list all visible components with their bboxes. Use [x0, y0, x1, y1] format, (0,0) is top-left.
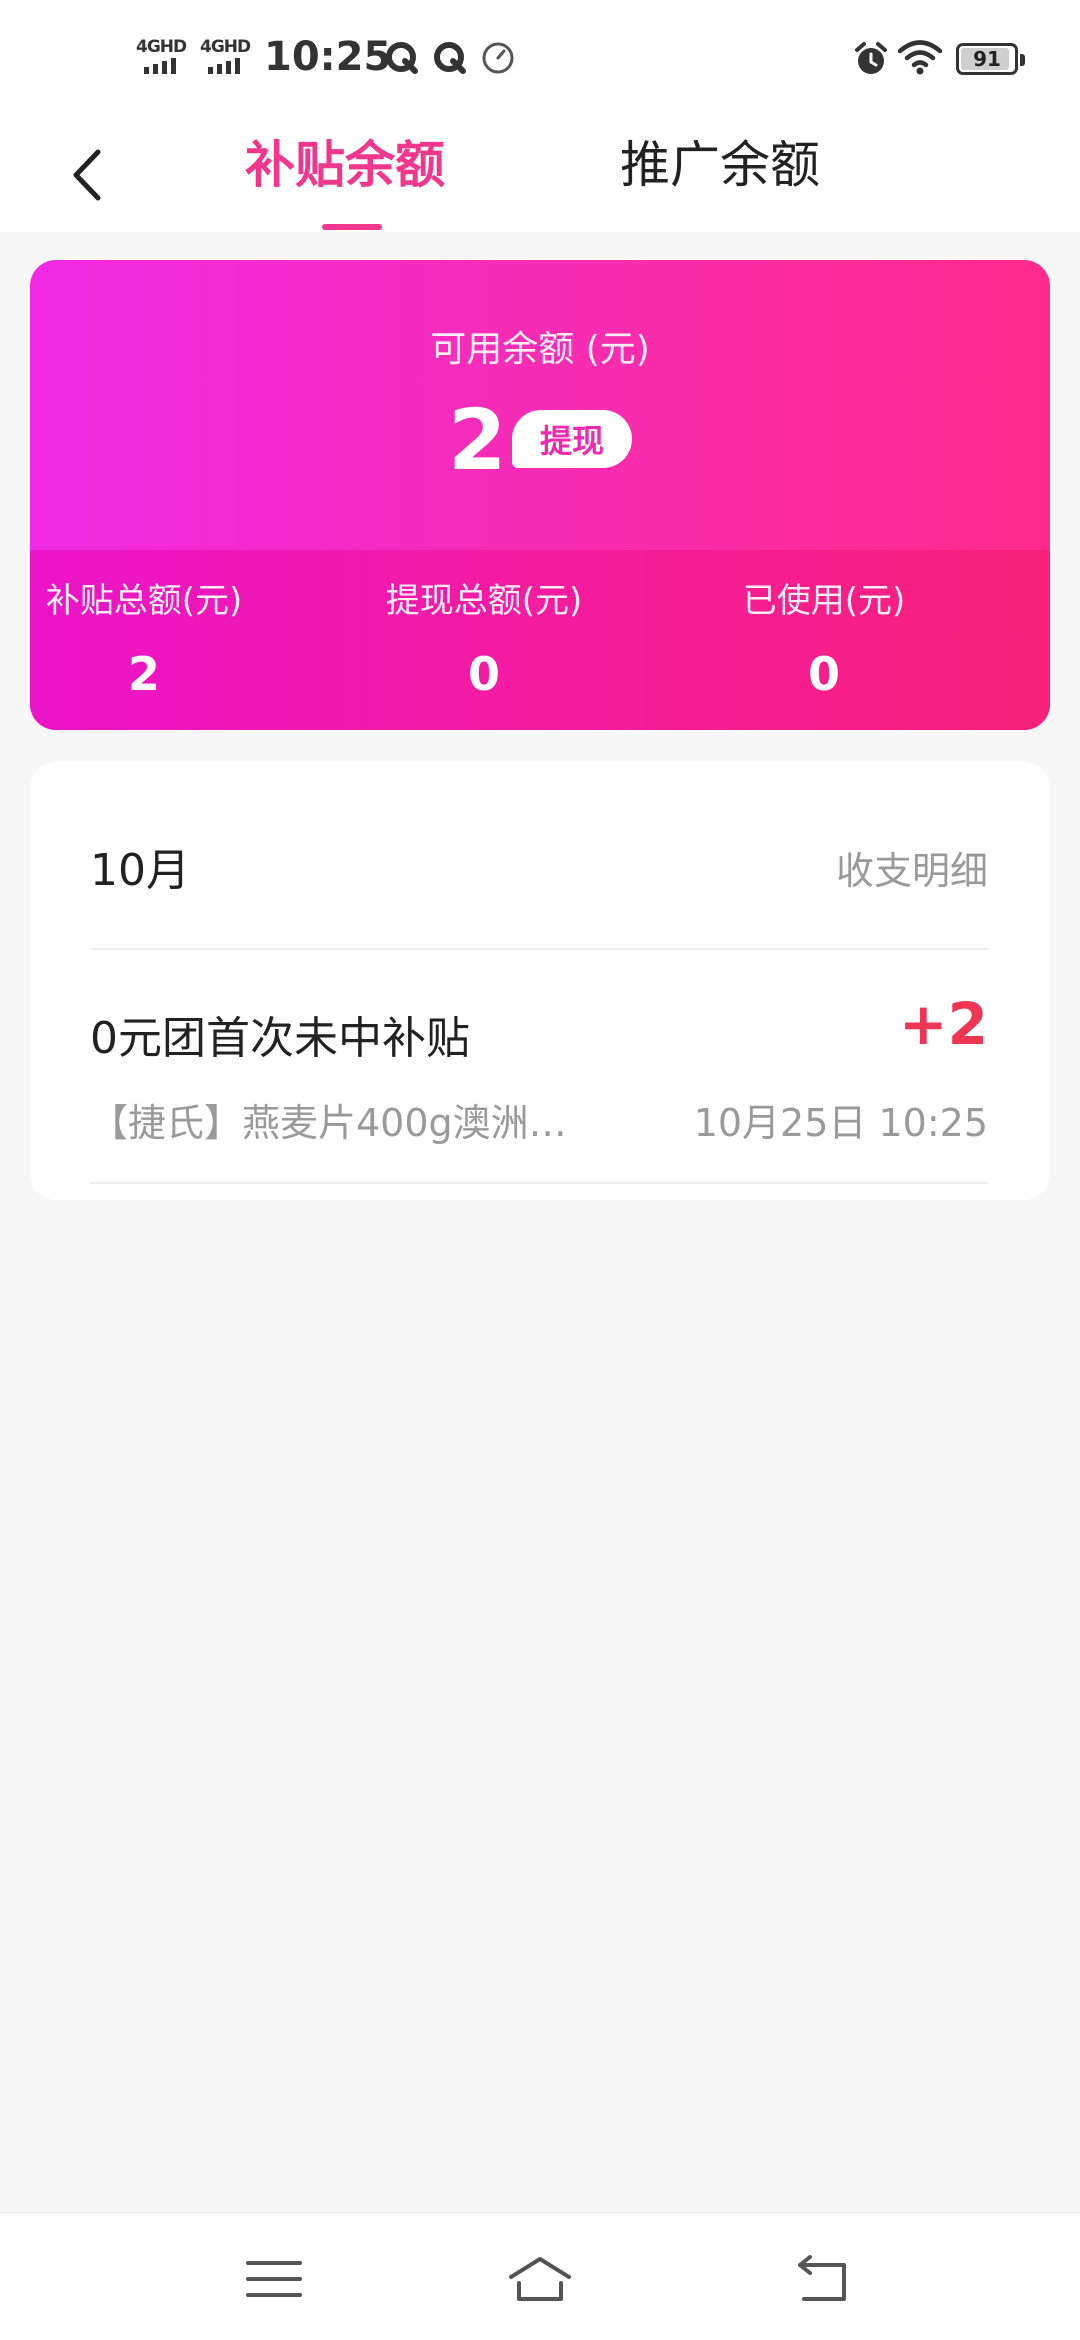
q-app-icon — [434, 42, 466, 74]
home-icon[interactable] — [505, 2251, 575, 2307]
signal-icon: 4GHD — [136, 37, 187, 74]
alarm-icon — [855, 42, 887, 74]
transaction-amount: +2 — [899, 990, 988, 1058]
network-type: 4GHD — [136, 37, 187, 57]
stat-label: 补贴总额(元) — [45, 581, 243, 621]
divider — [90, 948, 988, 950]
clock-icon — [482, 42, 514, 74]
stat-value: 0 — [807, 647, 840, 701]
divider — [90, 1182, 988, 1184]
battery-icon: 91 — [956, 43, 1025, 75]
stat-label: 提现总额(元) — [385, 581, 583, 621]
transaction-detail-card: 10月 收支明细 0元团首次未中补贴 +2 【捷氏】燕麦片400g澳洲… 10月… — [30, 762, 1050, 1200]
transaction-time: 10月25日 10:25 — [693, 1101, 988, 1145]
tab-subsidy-balance[interactable]: 补贴余额 — [245, 130, 445, 200]
network-type: 4GHD — [200, 37, 251, 57]
transaction-description: 【捷氏】燕麦片400g澳洲… — [90, 1101, 567, 1145]
active-tab-indicator — [322, 224, 382, 230]
system-nav-bar — [0, 2212, 1080, 2340]
stat-value: 0 — [467, 647, 500, 701]
back-icon[interactable] — [790, 2251, 860, 2307]
status-bar: 4GHD 4GHD 10:25 91 — [0, 0, 1080, 114]
signal-icon: 4GHD — [200, 37, 251, 74]
subsidy-balance-page: 4GHD 4GHD 10:25 91 补贴余额 推广余额 可用余额 (元) 2 … — [0, 0, 1080, 2340]
stat-total-subsidy: 补贴总额(元) 2 — [30, 578, 314, 704]
available-balance-amount: 2 — [448, 391, 507, 489]
withdraw-button[interactable]: 提现 — [512, 410, 632, 468]
wifi-icon — [898, 40, 942, 75]
battery-level: 91 — [973, 47, 1001, 71]
q-app-icon — [386, 42, 418, 74]
available-balance-label: 可用余额 (元) — [430, 329, 650, 370]
stat-total-withdrawn: 提现总额(元) 0 — [314, 578, 654, 704]
balance-card: 可用余额 (元) 2 提现 补贴总额(元) 2 提现总额(元) 0 已使用(元)… — [30, 260, 1050, 730]
header: 补贴余额 推广余额 — [0, 114, 1080, 232]
stat-label: 已使用(元) — [742, 581, 906, 621]
back-arrow-icon[interactable] — [60, 140, 120, 210]
tab-promotion-balance[interactable]: 推广余额 — [620, 130, 820, 200]
month-label: 10月 — [90, 845, 190, 896]
transaction-title: 0元团首次未中补贴 — [90, 1013, 470, 1064]
menu-icon[interactable] — [240, 2251, 310, 2307]
income-expense-details-link[interactable]: 收支明细 — [836, 840, 988, 895]
stat-value: 2 — [127, 647, 160, 701]
stat-used: 已使用(元) 0 — [654, 578, 994, 704]
status-time: 10:25 — [264, 34, 392, 80]
